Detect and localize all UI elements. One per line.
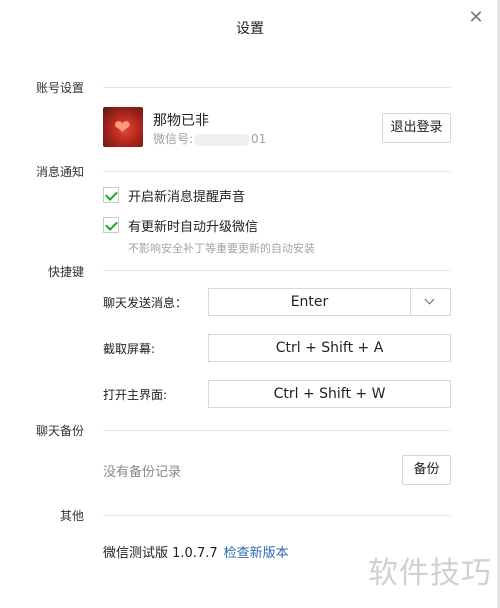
section-divider-backup xyxy=(103,430,451,431)
section-label-account: 账号设置 xyxy=(35,81,84,95)
backup-empty-text: 没有备份记录 xyxy=(103,465,182,480)
option-label: 有更新时自动升级微信 xyxy=(128,219,259,235)
send-message-value: Enter xyxy=(290,294,329,310)
shortcut-send-label: 聊天发送消息： xyxy=(103,296,188,310)
shortcut-open-main-label: 打开主界面: xyxy=(103,388,168,402)
checkbox-checked-icon[interactable] xyxy=(103,217,119,233)
logout-button[interactable]: 退出登录 xyxy=(382,113,451,143)
heart-icon: ❤ xyxy=(114,115,131,139)
section-divider-other xyxy=(103,515,451,516)
avatar[interactable]: ❤ xyxy=(103,107,143,147)
option-new-message-sound[interactable]: 开启新消息提醒声音 xyxy=(103,186,246,205)
section-divider-notifications xyxy=(103,171,451,172)
window-title: 设置 xyxy=(236,21,264,37)
section-label-other: 其他 xyxy=(59,509,84,523)
chevron-down-icon[interactable] xyxy=(410,289,450,315)
wechat-id-prefix: 微信号: xyxy=(153,132,194,146)
wechat-id-redacted xyxy=(194,133,251,146)
backup-button[interactable]: 备份 xyxy=(402,455,451,485)
auto-update-hint: 不影响安全补丁等重要更新的自动安装 xyxy=(128,242,315,255)
section-label-shortcuts: 快捷键 xyxy=(47,265,84,279)
wechat-id: 微信号: 01 xyxy=(153,130,266,147)
check-update-link[interactable]: 检查新版本 xyxy=(224,546,289,561)
watermark-text: 软件技巧 xyxy=(368,556,492,591)
checkbox-checked-icon[interactable] xyxy=(103,187,119,203)
version-text: 微信测试版 1.0.7.7 xyxy=(103,546,218,561)
section-divider-shortcuts xyxy=(103,270,451,271)
screenshot-shortcut-field[interactable]: Ctrl + Shift + A xyxy=(208,334,451,362)
wechat-id-suffix: 01 xyxy=(251,132,267,146)
option-label: 开启新消息提醒声音 xyxy=(128,189,246,205)
send-message-select[interactable]: Enter xyxy=(208,288,451,316)
open-main-shortcut-field[interactable]: Ctrl + Shift + W xyxy=(208,380,451,408)
section-label-notifications: 消息通知 xyxy=(35,165,84,179)
section-label-backup: 聊天备份 xyxy=(35,424,84,438)
nickname: 那物已非 xyxy=(153,113,209,129)
shortcut-screenshot-label: 截取屏幕: xyxy=(103,342,156,356)
close-icon[interactable]: ✕ xyxy=(466,8,486,28)
section-divider-account xyxy=(103,87,451,88)
option-auto-update[interactable]: 有更新时自动升级微信 xyxy=(103,216,259,235)
version-row: 微信测试版 1.0.7.7 检查新版本 xyxy=(103,542,289,561)
